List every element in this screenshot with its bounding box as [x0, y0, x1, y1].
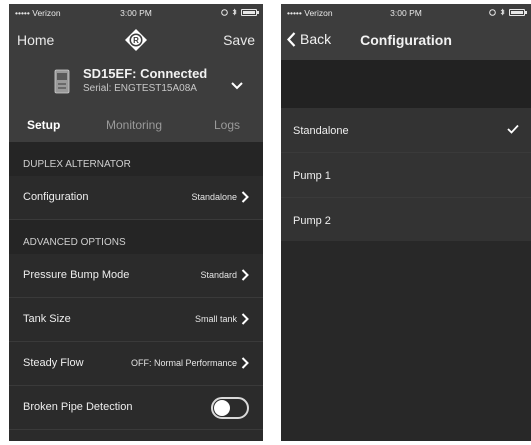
section-title: ADVANCED OPTIONS	[23, 237, 126, 248]
tank-size-row[interactable]: Tank Size Small tank	[9, 298, 263, 342]
bluetooth-icon	[500, 8, 505, 16]
row-value: Standalone	[191, 192, 237, 202]
device-serial: Serial: ENGTEST15A08A	[83, 83, 197, 94]
pressure-bump-row[interactable]: Pressure Bump Mode Standard	[9, 254, 263, 298]
tab-setup[interactable]: Setup	[27, 118, 60, 132]
pump-controller-icon	[54, 69, 70, 94]
home-button[interactable]: Home	[17, 32, 54, 48]
section-header-duplex: DUPLEX ALTERNATOR	[9, 142, 263, 176]
steady-flow-row[interactable]: Steady Flow OFF: Normal Performance	[9, 342, 263, 386]
nav-bar: Back Configuration	[281, 22, 531, 60]
empty-area	[281, 241, 531, 441]
row-label: Steady Flow	[23, 357, 84, 369]
svg-text:R: R	[133, 36, 139, 45]
option-standalone[interactable]: Standalone	[281, 108, 531, 153]
chevron-right-icon	[241, 191, 249, 203]
status-bar: ••••• Verizon 3:00 PM	[281, 4, 531, 22]
battery-icon	[241, 8, 259, 16]
toggle-knob	[214, 400, 230, 416]
battery-icon	[509, 8, 527, 16]
row-label: Broken Pipe Detection	[23, 401, 133, 413]
chevron-right-icon	[241, 269, 249, 281]
row-value: OFF: Normal Performance	[130, 358, 237, 368]
configuration-row[interactable]: Configuration Standalone	[9, 176, 263, 220]
configuration-screen: ••••• Verizon 3:00 PM Back Configuration…	[281, 4, 531, 441]
broken-pipe-toggle[interactable]	[211, 397, 249, 419]
brand-logo-icon: R	[125, 29, 147, 51]
option-label: Standalone	[293, 125, 349, 137]
list-top-spacer	[281, 60, 531, 108]
section-title: DUPLEX ALTERNATOR	[23, 159, 131, 170]
chevron-right-icon	[241, 357, 249, 369]
broken-pipe-row: Broken Pipe Detection	[9, 386, 263, 430]
option-label: Pump 1	[293, 170, 331, 182]
alarm-icon	[221, 8, 228, 16]
row-label: Pressure Bump Mode	[23, 269, 130, 281]
tab-monitoring[interactable]: Monitoring	[106, 118, 162, 132]
chevron-right-icon	[241, 313, 249, 325]
save-button[interactable]: Save	[223, 32, 255, 48]
option-pump-2[interactable]: Pump 2	[281, 198, 531, 243]
status-bar: ••••• Verizon 3:00 PM	[9, 4, 263, 22]
option-label: Pump 2	[293, 215, 331, 227]
row-value: Small tank	[194, 314, 237, 324]
row-value: Standard	[200, 270, 237, 280]
alarm-icon	[489, 8, 496, 16]
tab-bar: Setup Monitoring Logs	[9, 106, 263, 142]
bluetooth-icon	[232, 8, 237, 16]
option-pump-1[interactable]: Pump 1	[281, 153, 531, 198]
checkmark-icon	[507, 124, 519, 134]
row-label: Configuration	[23, 191, 89, 203]
chevron-down-icon[interactable]	[231, 82, 243, 90]
section-header-advanced: ADVANCED OPTIONS	[9, 220, 263, 254]
page-title: Configuration	[360, 32, 452, 48]
tab-logs[interactable]: Logs	[214, 118, 240, 132]
nav-bar: Home R Save	[9, 22, 263, 60]
setup-screen: ••••• Verizon 3:00 PM Home R Save SD15EF…	[9, 4, 263, 441]
device-name: SD15EF: Connected	[83, 66, 208, 81]
device-header[interactable]: SD15EF: Connected Serial: ENGTEST15A08A	[9, 60, 263, 106]
row-label: Tank Size	[23, 313, 71, 325]
